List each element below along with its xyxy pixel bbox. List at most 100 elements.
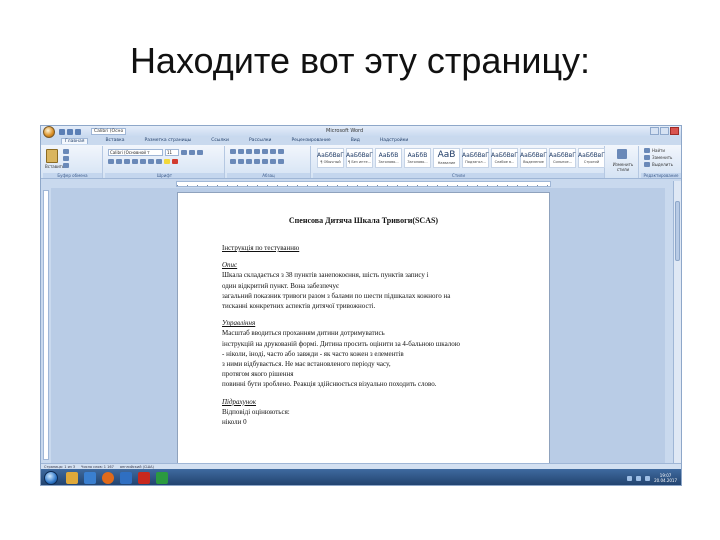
maximize-button[interactable] bbox=[660, 127, 669, 135]
flag-icon[interactable] bbox=[645, 475, 651, 481]
numbering-icon[interactable] bbox=[238, 149, 244, 154]
style-name: ¶ Без инте... bbox=[348, 159, 371, 164]
network-icon[interactable] bbox=[627, 475, 633, 481]
style-subtle-emphasis[interactable]: АаБбВвГ Слабое в... bbox=[491, 148, 518, 168]
undo-icon[interactable] bbox=[67, 128, 73, 135]
acrobat-icon[interactable] bbox=[138, 472, 150, 484]
document-line: Інструкція по тестуванню bbox=[222, 244, 300, 252]
select-icon[interactable] bbox=[644, 162, 650, 167]
bold-icon[interactable] bbox=[108, 159, 114, 164]
align-left-icon[interactable] bbox=[230, 159, 236, 164]
close-button[interactable] bbox=[670, 127, 679, 135]
style-emphasis[interactable]: АаБбВвГ Выделение bbox=[520, 148, 547, 168]
borders-icon[interactable] bbox=[278, 159, 284, 164]
tab-mailings[interactable]: Рассылки bbox=[246, 138, 275, 144]
shrink-font-icon[interactable] bbox=[189, 150, 195, 155]
font-size-combo[interactable]: 11 bbox=[165, 149, 179, 156]
superscript-icon[interactable] bbox=[148, 159, 154, 164]
redo-icon[interactable] bbox=[75, 128, 81, 135]
style-subtitle[interactable]: АаБбВвГ Подзагол... bbox=[462, 148, 489, 168]
find-icon[interactable] bbox=[644, 148, 650, 153]
volume-icon[interactable] bbox=[636, 475, 642, 481]
increase-indent-icon[interactable] bbox=[262, 149, 268, 154]
change-styles-button[interactable]: Изменить стили bbox=[609, 162, 637, 172]
word-icon[interactable] bbox=[120, 472, 132, 484]
style-normal[interactable]: АаБбВвГ ¶ Обычный bbox=[317, 148, 344, 168]
word-window-screenshot: Calibri (Осно Microsoft Word Главная Вст… bbox=[40, 125, 682, 486]
language-indicator[interactable]: английский (США) bbox=[120, 465, 154, 469]
media-player-icon[interactable] bbox=[84, 472, 96, 484]
document-line: один відкритий пункт. Вона забезпечує bbox=[222, 281, 339, 290]
paste-button[interactable]: Вставить bbox=[45, 164, 64, 169]
tab-view[interactable]: Вид bbox=[348, 138, 363, 144]
replace-icon[interactable] bbox=[644, 155, 650, 160]
styles-gallery: АаБбВвГ ¶ Обычный АаБбВвГ ¶ Без инте... Аа… bbox=[317, 148, 605, 168]
font-color-icon[interactable] bbox=[172, 159, 178, 164]
italic-icon[interactable] bbox=[116, 159, 122, 164]
bullets-icon[interactable] bbox=[230, 149, 236, 154]
line-spacing-icon[interactable] bbox=[262, 159, 268, 164]
format-painter-icon[interactable] bbox=[63, 163, 69, 168]
minimize-button[interactable] bbox=[650, 127, 659, 135]
window-controls bbox=[650, 127, 679, 135]
style-heading-1[interactable]: АаБбВ Заголово... bbox=[375, 148, 402, 168]
underline-icon[interactable] bbox=[124, 159, 130, 164]
quick-access-font[interactable]: Calibri (Осно bbox=[91, 128, 127, 135]
sort-icon[interactable] bbox=[270, 149, 276, 154]
highlight-icon[interactable] bbox=[164, 159, 170, 164]
tab-insert[interactable]: Вставка bbox=[102, 138, 127, 144]
style-title[interactable]: АаВ Название bbox=[433, 148, 460, 168]
style-intense-emphasis[interactable]: АаБбВвГ Сильное... bbox=[549, 148, 576, 168]
justify-icon[interactable] bbox=[254, 159, 260, 164]
taskbar: 19:07 20.04.2017 bbox=[41, 469, 681, 485]
explorer-icon[interactable] bbox=[66, 472, 78, 484]
page-count[interactable]: Страница: 1 из 3 bbox=[44, 465, 75, 469]
start-button[interactable] bbox=[44, 471, 58, 485]
horizontal-ruler[interactable] bbox=[176, 181, 551, 187]
decrease-indent-icon[interactable] bbox=[254, 149, 260, 154]
find-button[interactable]: Найти bbox=[652, 148, 665, 153]
document-line: з ними відбувається. Не має встановленог… bbox=[222, 360, 391, 369]
select-button[interactable]: Выделить bbox=[652, 162, 673, 167]
change-case-icon[interactable] bbox=[156, 159, 162, 164]
show-marks-icon[interactable] bbox=[278, 149, 284, 154]
style-sample: АаБбВвГ bbox=[520, 151, 547, 159]
cut-icon[interactable] bbox=[63, 149, 69, 154]
document-page[interactable]: Спенсова Дитяча Шкала Тривоги(SCAS) Інст… bbox=[177, 192, 550, 464]
grow-font-icon[interactable] bbox=[181, 150, 187, 155]
change-styles-icon[interactable] bbox=[617, 149, 627, 159]
subscript-icon[interactable] bbox=[140, 159, 146, 164]
clipboard-group-label: Буфер обмена bbox=[43, 173, 102, 178]
style-no-spacing[interactable]: АаБбВвГ ¶ Без инте... bbox=[346, 148, 373, 168]
tab-home[interactable]: Главная bbox=[61, 138, 89, 144]
align-center-icon[interactable] bbox=[238, 159, 244, 164]
save-icon[interactable] bbox=[59, 128, 65, 135]
align-right-icon[interactable] bbox=[246, 159, 252, 164]
strikethrough-icon[interactable] bbox=[132, 159, 138, 164]
clear-format-icon[interactable] bbox=[197, 150, 203, 155]
tab-references[interactable]: Ссылки bbox=[208, 138, 232, 144]
paste-icon[interactable] bbox=[46, 149, 58, 163]
scrollbar-thumb[interactable] bbox=[675, 201, 680, 261]
tab-addins[interactable]: Надстройки bbox=[377, 138, 412, 144]
tab-page-layout[interactable]: Разметка страницы bbox=[142, 138, 195, 144]
shading-icon[interactable] bbox=[270, 159, 276, 164]
clock[interactable]: 19:07 20.04.2017 bbox=[654, 473, 677, 483]
style-strong[interactable]: АаБбВвГ Строгий bbox=[578, 148, 605, 168]
tab-review[interactable]: Рецензирование bbox=[288, 138, 333, 144]
app-icon[interactable] bbox=[156, 472, 168, 484]
copy-icon[interactable] bbox=[63, 156, 69, 161]
vertical-ruler[interactable] bbox=[43, 190, 49, 460]
vertical-scrollbar[interactable] bbox=[673, 181, 681, 463]
paragraph-group: Абзац bbox=[227, 146, 311, 178]
office-button[interactable] bbox=[43, 126, 55, 138]
multilevel-list-icon[interactable] bbox=[246, 149, 252, 154]
replace-button[interactable]: Заменить bbox=[652, 155, 672, 160]
font-name-combo[interactable]: Calibri (Основной т bbox=[108, 149, 163, 156]
style-heading-2[interactable]: АаБбВ Заголово... bbox=[404, 148, 431, 168]
ribbon-tabs: Главная Вставка Разметка страницы Ссылки… bbox=[61, 138, 411, 144]
word-count[interactable]: Число слов: 1 167 bbox=[81, 465, 114, 469]
firefox-icon[interactable] bbox=[102, 472, 114, 484]
